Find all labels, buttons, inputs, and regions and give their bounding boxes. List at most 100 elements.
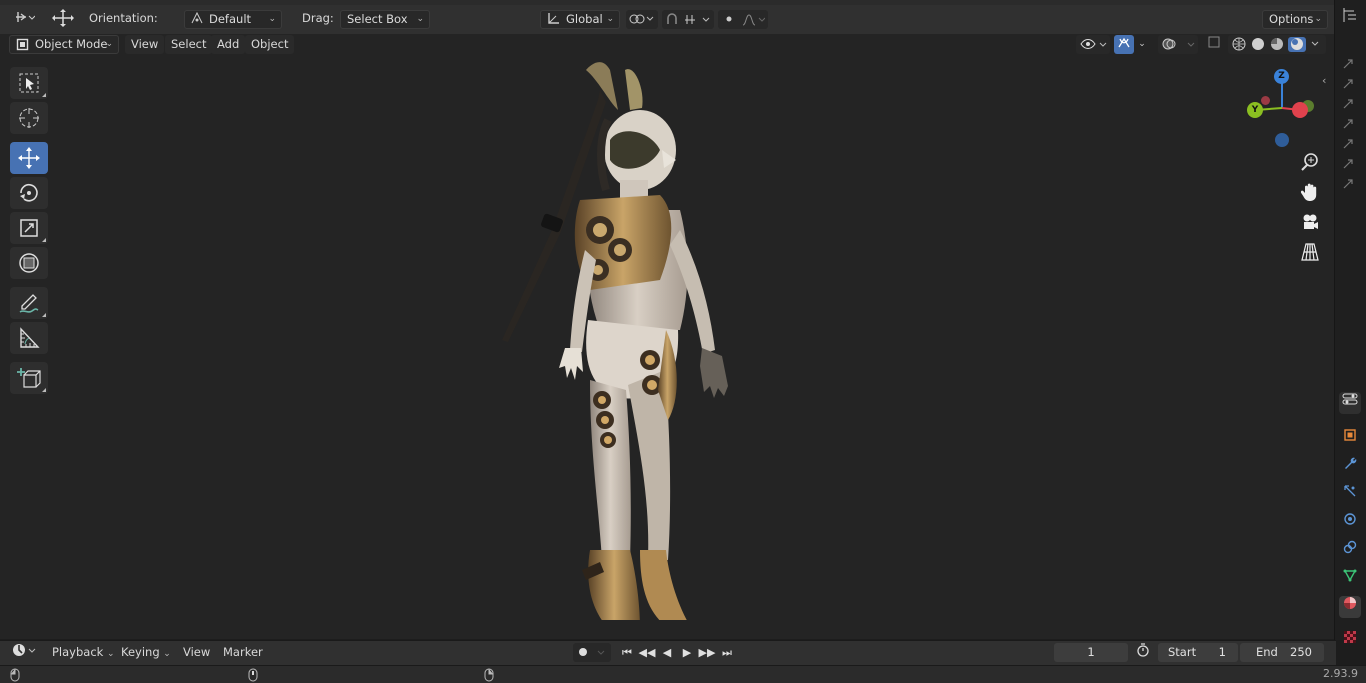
end-label: End [1256,645,1278,659]
timeline-editor-type-icon[interactable] [10,643,40,662]
add-cube-icon [17,368,41,388]
gizmo-toggle-icon[interactable] [1114,35,1134,54]
scale-icon [20,219,38,237]
tool-cursor[interactable] [10,102,48,134]
move-tool-icon[interactable] [50,9,76,28]
chevron-down-icon: ⌄ [268,14,276,24]
jump-keyframe-back-icon[interactable]: ◀◀ [638,644,656,661]
end-value: 250 [1290,645,1312,659]
3d-viewport[interactable]: Object Mode ⌄ View Select Add Object ⌄ Z… [0,34,1334,639]
chevron-down-icon: ⌄ [106,649,115,659]
options-dropdown[interactable]: Options ⌄ [1262,10,1328,29]
menu-view[interactable]: View [125,35,165,54]
gizmo-y-axis[interactable]: Y [1247,102,1263,118]
tool-transform[interactable] [10,247,48,279]
tool-rotate[interactable] [10,177,48,209]
current-frame-field[interactable]: 1 [1054,643,1128,662]
mouse-right-icon [484,668,494,683]
version-label: 2.93.9 [1323,667,1358,680]
play-reverse-icon[interactable]: ◀ [658,644,676,661]
outliner-restriction-icons[interactable] [1338,54,1362,194]
mouse-middle-icon [248,668,258,683]
auto-keying-toggle[interactable] [573,643,611,662]
proportional-editing[interactable] [718,10,768,29]
menu-add[interactable]: Add [211,35,246,54]
chevron-down-icon: ⌄ [1314,14,1322,24]
transform-icon [19,253,39,273]
tool-add-cube[interactable] [10,362,48,394]
transform-orientation-value: Global [566,12,603,26]
tool-scale[interactable] [10,212,48,244]
tool-options-corner [42,388,46,392]
orientation-dropdown[interactable]: Default ⌄ [184,10,282,29]
move-icon [18,147,40,169]
material-properties-icon[interactable] [1339,596,1361,618]
tool-properties-tab-icon[interactable] [1339,392,1361,414]
constraints-icon[interactable] [1339,540,1361,562]
camera-view-icon[interactable] [1298,212,1322,236]
overlays-dropdown[interactable] [1158,35,1198,54]
options-label: Options [1269,12,1314,26]
tool-options-corner [42,93,46,97]
drag-value: Select Box [347,12,408,26]
start-frame-field[interactable]: Start 1 [1158,643,1238,662]
jump-start-icon[interactable]: ⏮ [618,644,636,661]
gizmo-neg-x-axis[interactable] [1261,96,1270,105]
tool-measure[interactable] [10,322,48,354]
modifier-wrench-icon[interactable] [1339,456,1361,478]
start-label: Start [1168,645,1197,659]
timeline-menu-keying[interactable]: Keying ⌄ [115,643,177,662]
stopwatch-icon[interactable] [1132,643,1154,662]
drag-label: Drag: [302,11,334,25]
object-data-mesh-icon[interactable] [1339,568,1361,590]
timeline-menu-view[interactable]: View [177,643,216,662]
tool-move[interactable] [10,142,48,174]
jump-keyframe-forward-icon[interactable]: ▶▶ [698,644,716,661]
snap-controls[interactable] [662,10,714,29]
chevron-down-icon[interactable]: ⌄ [1134,35,1150,54]
transform-orientation-dropdown[interactable]: Global ⌄ [540,10,620,29]
rotate-icon [20,183,38,202]
mode-value: Object Mode [35,37,108,51]
menu-select[interactable]: Select [165,35,213,54]
object-properties-icon[interactable] [1339,428,1361,450]
gizmo-z-axis[interactable]: Z [1274,69,1289,84]
orientation-label: Orientation: [89,11,158,25]
zoom-icon[interactable] [1298,152,1322,176]
tool-select-box[interactable] [10,67,48,99]
editor-split-icon[interactable] [1340,6,1366,30]
gizmo-x-axis[interactable]: X [1292,102,1308,118]
timeline-menu-marker[interactable]: Marker [217,643,269,662]
chevron-down-icon: ⌄ [606,14,614,24]
mouse-left-icon [10,668,20,683]
mode-dropdown[interactable]: Object Mode ⌄ [9,35,119,54]
pan-hand-icon[interactable] [1298,182,1322,206]
editor-type-icon[interactable] [10,10,40,29]
sidebar-expand-arrow-icon[interactable]: ‹ [1322,74,1326,87]
particles-icon[interactable] [1339,484,1361,506]
jump-end-icon[interactable]: ⏭ [718,644,736,661]
pivot-point-dropdown[interactable] [626,10,658,29]
chevron-down-icon: ⌄ [163,649,171,659]
texture-checker-icon[interactable] [1339,630,1361,652]
end-frame-field[interactable]: End 250 [1240,643,1324,662]
xray-toggle-icon[interactable] [1204,35,1224,54]
visibility-dropdown[interactable] [1076,35,1110,54]
annotate-pencil-icon [19,294,39,313]
chevron-down-icon: ⌄ [105,39,113,49]
physics-icon[interactable] [1339,512,1361,534]
shading-modes[interactable] [1228,35,1326,54]
measure-ruler-icon [20,327,40,348]
status-bar: 2.93.9 [0,665,1366,683]
play-icon[interactable]: ▶ [678,644,696,661]
tool-annotate[interactable] [10,287,48,319]
object-mode-icon [16,38,29,56]
perspective-grid-icon[interactable] [1298,242,1322,266]
timeline-menu-playback[interactable]: Playback ⌄ [46,643,121,662]
orientation-icon [190,11,204,30]
orientation-value: Default [209,12,252,26]
tool-options-corner [42,238,46,242]
drag-dropdown[interactable]: Select Box ⌄ [340,10,430,29]
character-model[interactable] [490,30,750,620]
menu-object[interactable]: Object [245,35,295,54]
